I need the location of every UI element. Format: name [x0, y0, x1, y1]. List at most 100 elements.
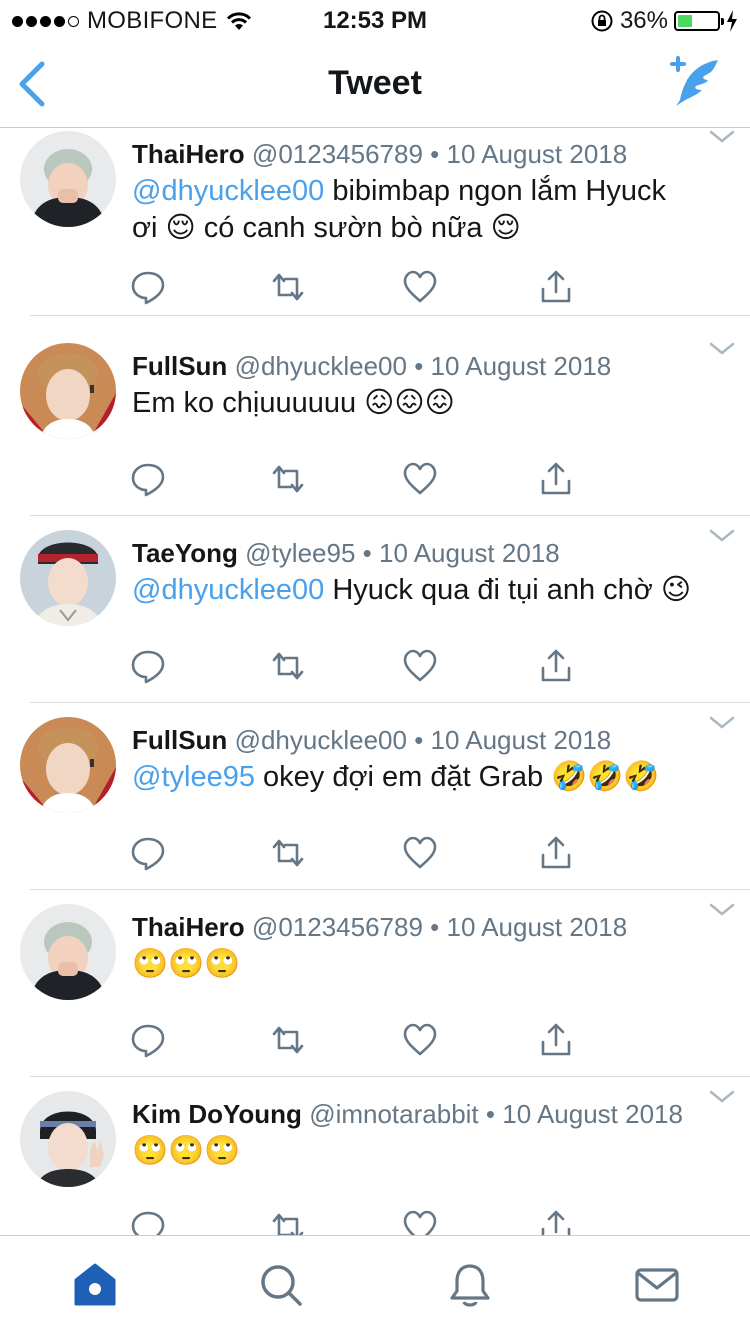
- chevron-down-icon[interactable]: [708, 129, 736, 145]
- share-icon[interactable]: [538, 461, 574, 497]
- share-icon[interactable]: [538, 648, 574, 684]
- tweet-date: 10 August 2018: [502, 1099, 683, 1129]
- mention-link[interactable]: @tylee95: [132, 761, 255, 793]
- share-icon[interactable]: [538, 835, 574, 871]
- tweet-text: @tylee95 okey đợi em đặt Grab 🤣🤣🤣: [132, 759, 720, 796]
- messages-icon[interactable]: [634, 1262, 680, 1308]
- like-icon[interactable]: [402, 1209, 438, 1235]
- tweet-item[interactable]: Kim DoYoung @imnotarabbit • 10 August 20…: [0, 1089, 750, 1235]
- back-chevron-icon[interactable]: [14, 60, 50, 108]
- tweet-header: ThaiHero @0123456789 • 10 August 2018: [132, 139, 710, 169]
- tweet-header: Kim DoYoung @imnotarabbit • 10 August 20…: [132, 1099, 710, 1129]
- meta-separator: •: [414, 725, 424, 755]
- reply-icon[interactable]: [130, 461, 166, 497]
- share-icon[interactable]: [538, 1209, 574, 1235]
- tweet-header: TaeYong @tylee95 • 10 August 2018: [132, 538, 710, 568]
- user-handle: @0123456789: [251, 912, 423, 942]
- like-icon[interactable]: [402, 648, 438, 684]
- orientation-lock-icon: [591, 10, 613, 32]
- tab-bar: [0, 1235, 750, 1334]
- tweet-actions: [130, 1209, 590, 1235]
- status-left: MOBIFONE: [12, 7, 253, 35]
- avatar[interactable]: [20, 717, 116, 813]
- meta-separator: •: [362, 538, 372, 568]
- tweet-text: 🙄🙄🙄: [132, 946, 720, 983]
- chevron-down-icon[interactable]: [708, 1089, 736, 1105]
- tweet-text: @dhyucklee00 bibimbap ngon lắm Hyuck ơi …: [132, 173, 720, 247]
- page-title: Tweet: [328, 64, 422, 102]
- wifi-icon: [227, 12, 252, 30]
- search-icon[interactable]: [258, 1262, 304, 1308]
- tweet-text-line: okey đợi em đặt Grab 🤣🤣🤣: [254, 761, 660, 793]
- display-name[interactable]: ThaiHero: [132, 139, 245, 169]
- reply-icon[interactable]: [130, 269, 166, 305]
- tweet-text-line: bibimbap ngon lắm Hyuck: [324, 175, 667, 207]
- user-handle: @dhyucklee00: [234, 725, 407, 755]
- tweet-actions: [130, 1022, 590, 1058]
- user-handle: @tylee95: [245, 538, 356, 568]
- chevron-down-icon[interactable]: [708, 715, 736, 731]
- tweet-date: 10 August 2018: [430, 351, 612, 381]
- avatar[interactable]: [20, 343, 116, 439]
- chevron-down-icon[interactable]: [708, 902, 736, 918]
- user-handle: @dhyucklee00: [234, 351, 407, 381]
- avatar[interactable]: [20, 530, 116, 626]
- tweet-text: @dhyucklee00 Hyuck qua đi tụi anh chờ 😉: [132, 572, 720, 609]
- compose-feather-icon[interactable]: [666, 56, 722, 108]
- tweet-actions: [130, 835, 590, 871]
- tweet-item[interactable]: FullSun @dhyucklee00 • 10 August 2018 Em…: [0, 341, 750, 528]
- display-name[interactable]: FullSun: [132, 351, 227, 381]
- chevron-down-icon[interactable]: [708, 528, 736, 544]
- reply-icon[interactable]: [130, 1022, 166, 1058]
- mention-link[interactable]: @dhyucklee00: [132, 574, 324, 606]
- like-icon[interactable]: [402, 269, 438, 305]
- like-icon[interactable]: [402, 835, 438, 871]
- tweet-text-line: Em ko chịuuuuuu 😖😖😖: [132, 387, 455, 419]
- tweet-text-line: 🙄🙄🙄: [132, 1135, 241, 1167]
- home-icon[interactable]: [72, 1262, 118, 1308]
- tweet-item[interactable]: FullSun @dhyucklee00 • 10 August 2018 @t…: [0, 715, 750, 902]
- tweet-item[interactable]: TaeYong @tylee95 • 10 August 2018 @dhyuc…: [0, 528, 750, 715]
- tweet-date: 10 August 2018: [378, 538, 560, 568]
- tweet-actions: [130, 648, 590, 684]
- tweet-date: 10 August 2018: [430, 725, 612, 755]
- share-icon[interactable]: [538, 269, 574, 305]
- tweet-actions: [130, 269, 590, 305]
- retweet-icon[interactable]: [270, 269, 306, 305]
- display-name[interactable]: ThaiHero: [132, 912, 245, 942]
- tweet-feed[interactable]: ThaiHero @0123456789 • 10 August 2018 @d…: [0, 129, 750, 1235]
- tweet-header: FullSun @dhyucklee00 • 10 August 2018: [132, 725, 710, 755]
- avatar[interactable]: [20, 904, 116, 1000]
- carrier-name: MOBIFONE: [87, 7, 218, 34]
- retweet-icon[interactable]: [270, 1022, 306, 1058]
- meta-separator: •: [485, 1099, 496, 1129]
- reply-icon[interactable]: [130, 835, 166, 871]
- like-icon[interactable]: [402, 461, 438, 497]
- avatar[interactable]: [20, 131, 116, 227]
- tweet-item[interactable]: ThaiHero @0123456789 • 10 August 2018 🙄🙄…: [0, 902, 750, 1089]
- tweet-header: FullSun @dhyucklee00 • 10 August 2018: [132, 351, 710, 381]
- notifications-icon[interactable]: [447, 1262, 493, 1308]
- display-name[interactable]: TaeYong: [132, 538, 238, 568]
- tweet-date: 10 August 2018: [446, 139, 628, 169]
- tweet-header: ThaiHero @0123456789 • 10 August 2018: [132, 912, 710, 942]
- avatar[interactable]: [20, 1091, 116, 1187]
- retweet-icon[interactable]: [270, 835, 306, 871]
- reply-icon[interactable]: [130, 1209, 166, 1235]
- like-icon[interactable]: [402, 1022, 438, 1058]
- retweet-icon[interactable]: [270, 461, 306, 497]
- display-name[interactable]: Kim DoYoung: [132, 1099, 302, 1129]
- chevron-down-icon[interactable]: [708, 341, 736, 357]
- status-bar: MOBIFONE 12:53 PM 36%: [0, 0, 750, 40]
- retweet-icon[interactable]: [270, 1209, 306, 1235]
- meta-separator: •: [430, 139, 440, 169]
- mention-link[interactable]: @dhyucklee00: [132, 175, 324, 207]
- user-handle: @imnotarabbit: [309, 1099, 479, 1129]
- display-name[interactable]: FullSun: [132, 725, 227, 755]
- reply-icon[interactable]: [130, 648, 166, 684]
- retweet-icon[interactable]: [270, 648, 306, 684]
- tweet-date: 10 August 2018: [446, 912, 628, 942]
- share-icon[interactable]: [538, 1022, 574, 1058]
- tweet-item[interactable]: ThaiHero @0123456789 • 10 August 2018 @d…: [0, 129, 750, 316]
- battery-percent: 36%: [619, 7, 668, 34]
